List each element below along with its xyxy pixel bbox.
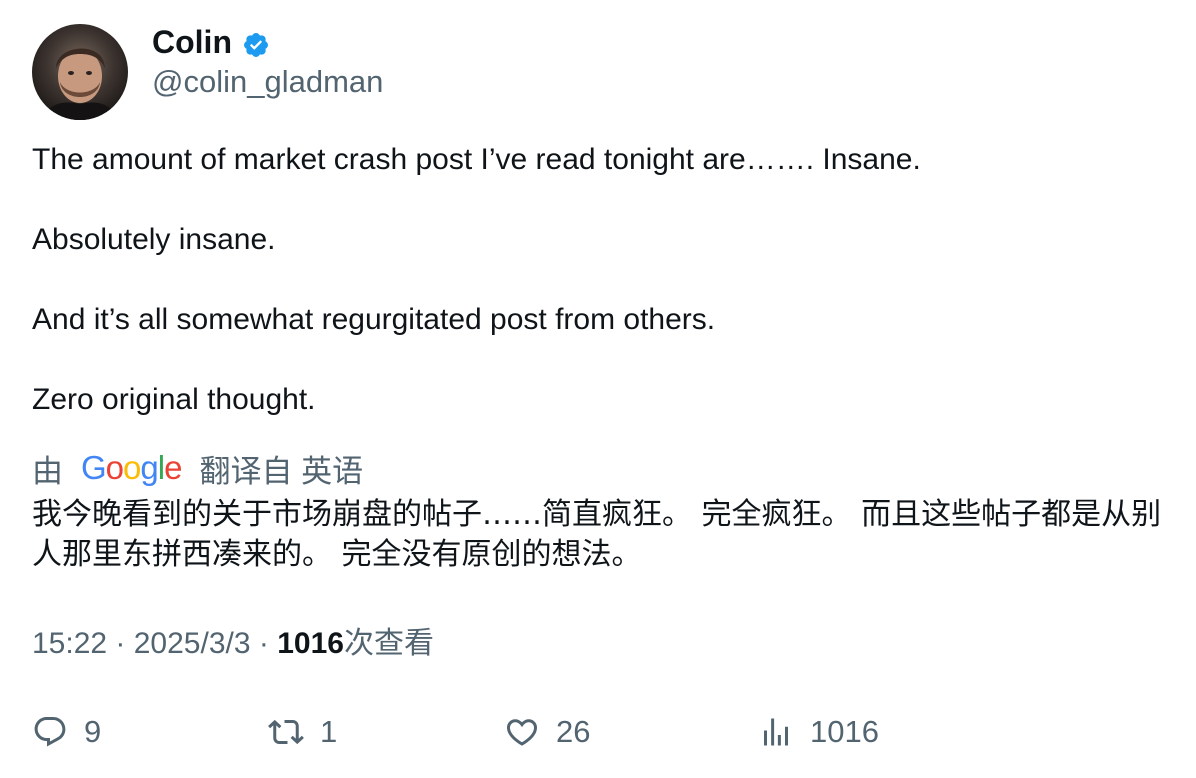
retweet-count: 1 (320, 714, 338, 749)
views-action-count: 1016 (810, 714, 879, 749)
tweet-meta: 15:22 · 2025/3/3 · 1016次查看 (32, 624, 434, 664)
meta-separator: · (258, 627, 278, 660)
reply-button[interactable]: 9 (32, 708, 101, 756)
views-button[interactable]: 1016 (758, 708, 879, 756)
author-handle[interactable]: @colin_gladman (152, 62, 383, 102)
tweet-date[interactable]: 2025/3/3 (134, 627, 251, 660)
tweet-actions: 9 1 26 1016 (32, 708, 1162, 756)
heart-icon (506, 719, 538, 746)
meta-separator: · (115, 627, 134, 660)
tweet-paragraph: Absolutely insane. (32, 223, 276, 256)
analytics-icon (764, 718, 788, 746)
verified-badge-icon[interactable] (242, 28, 270, 57)
translation-source-language[interactable]: 翻译自 英语 (199, 446, 363, 491)
translated-text: 我今晚看到的关于市场崩盘的帖子……简直疯狂。 完全疯狂。 而且这些帖子都是从别人… (32, 497, 1162, 572)
like-count: 26 (556, 714, 591, 749)
views-count: 1016 (277, 627, 344, 660)
retweet-button[interactable]: 1 (268, 708, 337, 756)
google-logo: Google (81, 449, 182, 486)
views-label: 次查看 (343, 627, 434, 660)
reply-count: 9 (84, 714, 102, 749)
avatar-photo (42, 48, 118, 120)
tweet-paragraph: The amount of market crash post I’ve rea… (32, 143, 921, 176)
translation-attribution[interactable]: 由 Google 翻译自 英语 (32, 446, 363, 490)
reply-icon (34, 717, 66, 747)
tweet-time[interactable]: 15:22 (32, 627, 107, 660)
retweet-icon (268, 719, 304, 745)
tweet-text: The amount of market crash post I’ve rea… (32, 140, 1162, 460)
author-name-row[interactable]: Colin (152, 22, 270, 62)
translation-prefix: 由 (32, 453, 63, 489)
avatar[interactable] (32, 24, 128, 120)
author-display-name[interactable]: Colin (152, 22, 232, 62)
tweet-paragraph: Zero original thought. (32, 383, 316, 416)
like-button[interactable]: 26 (504, 708, 590, 756)
tweet-paragraph: And it’s all somewhat regurgitated post … (32, 303, 716, 336)
